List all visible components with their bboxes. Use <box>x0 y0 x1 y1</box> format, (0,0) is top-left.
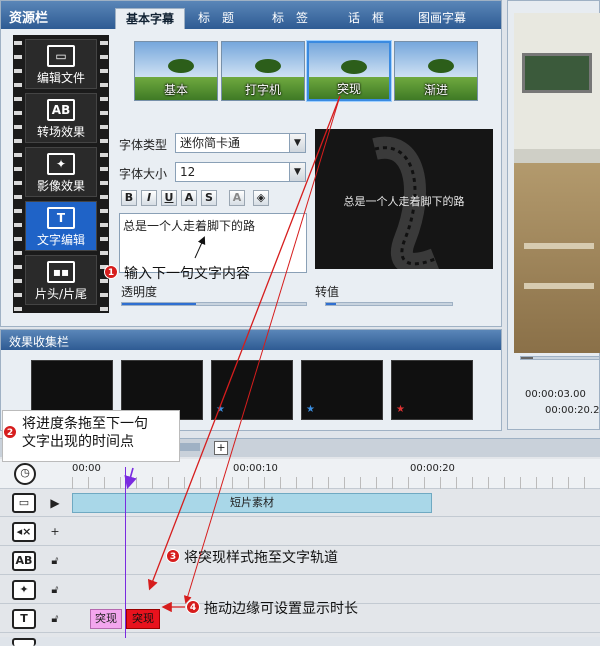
annotation-text: 将进度条拖至下一句 <box>22 416 148 432</box>
annotation-arrows <box>124 95 341 613</box>
step-badge: 1 <box>104 265 118 279</box>
step-badge: 2 <box>3 425 17 439</box>
step-badge: 3 <box>166 549 180 563</box>
music-note-icon <box>12 638 36 646</box>
annotation-text: 拖动边缘可设置显示时长 <box>204 601 358 617</box>
annotation-text: 将突现样式拖至文字轨道 <box>184 550 338 566</box>
annotation-text: 文字出现的时间点 <box>22 434 134 450</box>
step-badge: 4 <box>186 600 200 614</box>
annotation-text: 输入下一句文字内容 <box>124 266 250 282</box>
